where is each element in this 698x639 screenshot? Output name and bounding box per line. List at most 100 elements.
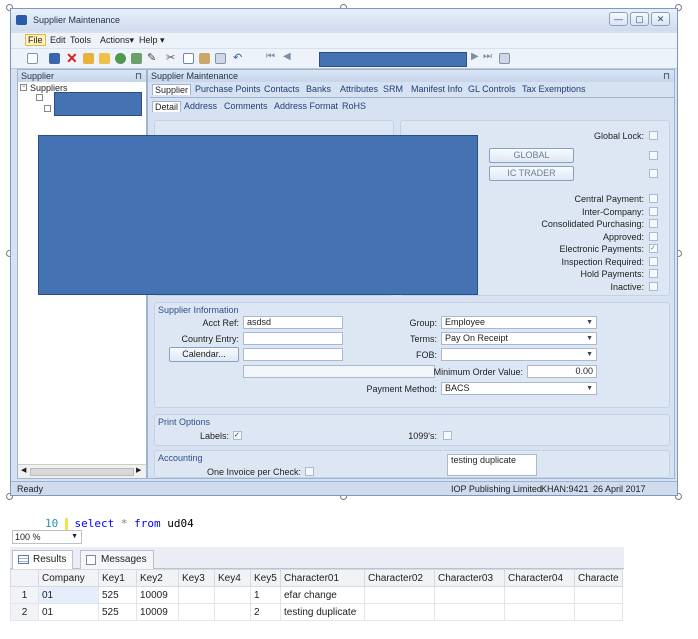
acct-ref-input[interactable]: asdsd (243, 316, 343, 329)
grid-cell[interactable]: 10009 (136, 586, 179, 604)
subtab-rohs[interactable]: RoHS (342, 101, 366, 111)
supplier-selector-redacted[interactable] (319, 52, 467, 67)
tab-attributes[interactable]: Attributes (340, 84, 378, 94)
tab-supplier[interactable]: Supplier (152, 84, 192, 95)
grid-column-header[interactable] (10, 569, 39, 587)
tree-child-expand-icon-2[interactable] (44, 105, 51, 112)
subtab-address[interactable]: Address (184, 101, 217, 111)
next-record-icon[interactable]: ▶ (471, 51, 479, 62)
new-icon[interactable] (27, 53, 38, 64)
grid-column-header[interactable]: Key1 (98, 569, 137, 587)
global-lock-checkbox[interactable] (649, 131, 658, 140)
list-icon[interactable] (499, 53, 510, 64)
pin-icon[interactable]: ⊓ (135, 70, 142, 82)
subtab-address-format[interactable]: Address Format (274, 101, 338, 111)
first-record-icon[interactable]: ⏮ (266, 51, 275, 62)
one-invoice-checkbox[interactable] (305, 467, 314, 476)
grid-cell[interactable] (434, 586, 505, 604)
grid-cell[interactable] (178, 586, 215, 604)
labels-checkbox[interactable]: ✓ (233, 431, 242, 440)
clipboard-icon[interactable] (215, 53, 226, 64)
menu-tools[interactable]: Tools (68, 35, 93, 45)
grid-cell[interactable] (504, 586, 575, 604)
grid-column-header[interactable]: Company (38, 569, 99, 587)
tab-srm[interactable]: SRM (383, 84, 403, 94)
table-row[interactable]: 2 01 525 10009 2 testing duplicate (10, 603, 623, 621)
tab-results[interactable]: Results (12, 550, 74, 569)
grid-column-header[interactable]: Character02 (364, 569, 435, 587)
scroll-thumb[interactable] (30, 468, 134, 476)
global-checkbox[interactable] (649, 151, 658, 160)
flag-checkbox[interactable] (649, 269, 658, 278)
grid-cell[interactable] (364, 603, 435, 621)
refresh-icon[interactable] (115, 53, 126, 64)
copy-icon[interactable] (183, 53, 194, 64)
terms-select[interactable]: Pay On Receipt ▼ (441, 332, 597, 345)
minimum-order-input[interactable]: 0.00 (527, 365, 597, 378)
fob-select[interactable]: ▼ (441, 348, 597, 361)
menu-help[interactable]: Help ▾ (137, 35, 167, 46)
tab-tax-exemptions[interactable]: Tax Exemptions (522, 84, 586, 94)
results-grid[interactable]: Company Key1 Key2 Key3 Key4 Key5 Character01 Ch… (10, 569, 623, 621)
ic-trader-checkbox[interactable] (649, 169, 658, 178)
flag-checkbox[interactable] (649, 194, 658, 203)
menu-actions[interactable]: Actions▾ (98, 35, 136, 46)
tree-expand-icon[interactable]: − (20, 84, 27, 91)
flag-checkbox[interactable] (649, 256, 658, 266)
grid-cell[interactable] (574, 603, 623, 621)
calendar-button[interactable]: Calendar... (169, 347, 239, 362)
1099s-checkbox[interactable] (443, 431, 452, 440)
grid-column-header[interactable]: Character04 (504, 569, 575, 587)
payment-method-select[interactable]: BACS ▼ (441, 382, 597, 395)
grid-cell[interactable]: 01 (38, 603, 99, 621)
scroll-right-icon[interactable]: ▶ (136, 466, 141, 474)
grid-column-header[interactable]: Character01 (280, 569, 365, 587)
grid-column-header[interactable]: Key2 (136, 569, 179, 587)
sql-query-line[interactable]: 10 select * from ud04 (45, 517, 194, 530)
grid-column-header[interactable]: Character03 (434, 569, 505, 587)
flag-checkbox[interactable]: ✓ (649, 244, 658, 253)
grid-cell[interactable]: 01 (38, 586, 99, 604)
grid-cell[interactable]: 2 (250, 603, 281, 621)
grid-cell[interactable] (504, 603, 575, 621)
tab-banks[interactable]: Banks (306, 84, 331, 94)
grid-cell[interactable] (574, 586, 623, 604)
accounting-comment-input[interactable]: testing duplicate (447, 454, 537, 476)
grid-cell[interactable] (364, 586, 435, 604)
flag-checkbox[interactable] (649, 206, 658, 216)
grid-cell[interactable]: 525 (98, 586, 137, 604)
minimize-button[interactable]: — (609, 12, 628, 26)
global-button[interactable]: GLOBAL (489, 148, 574, 163)
tree-scrollbar[interactable]: ◀ ▶ (18, 464, 146, 478)
flag-checkbox[interactable] (649, 219, 658, 228)
previous-record-icon[interactable]: ◀ (283, 51, 291, 62)
menu-edit[interactable]: Edit (48, 35, 68, 45)
grid-cell[interactable]: 1 (250, 586, 281, 604)
edit-icon[interactable]: ✎ (147, 51, 156, 64)
tab-contacts[interactable]: Contacts (264, 84, 300, 94)
tree-node-redacted[interactable] (54, 92, 142, 116)
grid-column-header[interactable]: Characte (574, 569, 623, 587)
grid-cell[interactable]: testing duplicate (280, 603, 365, 621)
grid-cell[interactable]: efar change (280, 586, 365, 604)
ic-trader-button[interactable]: IC TRADER (489, 166, 574, 181)
attach-icon[interactable] (131, 53, 142, 64)
open-icon[interactable] (83, 53, 94, 64)
delete-icon[interactable]: ✕ (66, 50, 78, 67)
grid-cell[interactable] (214, 603, 251, 621)
menu-file[interactable]: File (25, 34, 46, 46)
zoom-select[interactable]: 100 % ▼ (12, 530, 82, 544)
maximize-button[interactable]: ▢ (630, 12, 649, 26)
undo-icon[interactable]: ↶ (233, 51, 242, 64)
close-button[interactable]: ✕ (651, 12, 670, 26)
group-select[interactable]: Employee ▼ (441, 316, 597, 329)
flag-checkbox[interactable] (649, 231, 658, 241)
grid-column-header[interactable]: Key5 (250, 569, 281, 587)
grid-cell[interactable]: 525 (98, 603, 137, 621)
tab-gl-controls[interactable]: GL Controls (468, 84, 516, 94)
folder-icon[interactable] (99, 53, 110, 64)
subtab-comments[interactable]: Comments (224, 101, 268, 111)
tree-child-expand-icon[interactable] (36, 94, 43, 101)
grid-cell[interactable]: 10009 (136, 603, 179, 621)
paste-icon[interactable] (199, 53, 210, 64)
